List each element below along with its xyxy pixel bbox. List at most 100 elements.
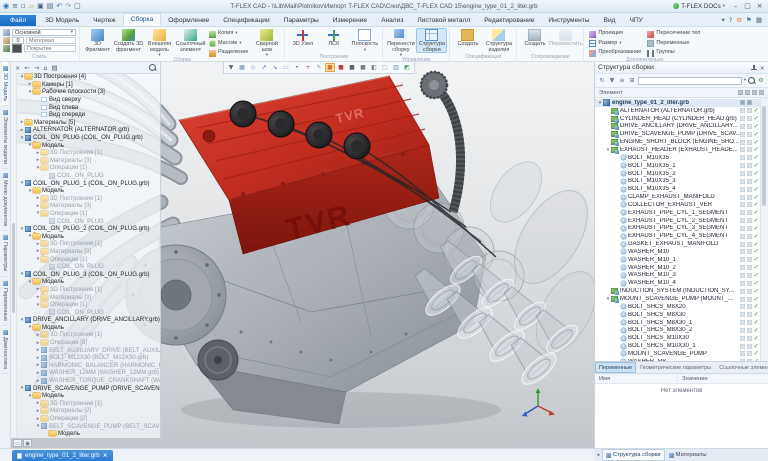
ribbon-button[interactable]: Сварной шов: [251, 28, 282, 57]
section-icon[interactable]: ◧: [369, 63, 379, 72]
close-tab-icon[interactable]: ×: [103, 452, 108, 459]
save-icon[interactable]: ▣: [37, 1, 44, 12]
assembly-row[interactable]: EXHAUST_PIPE_CYL_1_SEGMENT ✓: [595, 209, 761, 217]
assembly-row[interactable]: BOLT_SHCS_M8X30_1 ✓: [595, 319, 761, 327]
undo-icon[interactable]: ↶: [56, 1, 62, 12]
tree-item[interactable]: Операции [1]: [17, 301, 160, 309]
ribbon-button[interactable]: Создать 3D фрагмент: [113, 28, 144, 57]
tree-item[interactable]: Вид сверху: [17, 96, 160, 104]
tree-item[interactable]: Материалы [5]: [17, 119, 160, 127]
tree-item[interactable]: COIL_ON_PLUG_2 (COIL_ON_PLUG.grb): [17, 225, 160, 233]
material-field[interactable]: [26, 37, 76, 44]
tree-item[interactable]: Материалы [3]: [17, 248, 160, 256]
panel-bottom-tab[interactable]: Структура сборки: [602, 449, 665, 461]
settings-gear-icon[interactable]: ⚙: [736, 14, 742, 26]
assembly-row[interactable]: MOUNT_SCAVENGE_PUMP ✓: [595, 350, 761, 358]
ribbon-tab[interactable]: Редактирование: [477, 15, 541, 26]
print-icon[interactable]: ▤: [47, 1, 54, 12]
close-panel-icon[interactable]: ×: [15, 64, 20, 72]
assembly-row[interactable]: BOLT_M10X35_2 ✓: [595, 170, 761, 178]
property-tab[interactable]: Геометрические параметры: [636, 362, 715, 373]
assembly-row[interactable]: WASHER_M10 ✓: [595, 248, 761, 256]
ribbon-button[interactable]: Структура сборки: [416, 28, 447, 53]
ribbon-button-small[interactable]: Проекция: [588, 30, 642, 38]
assembly-row[interactable]: EXHAUST_PIPE_CYL_4_SEGMENT ✓: [595, 232, 761, 240]
assembly-row[interactable]: WASHER_M8 ✓: [595, 358, 761, 361]
tree-item[interactable]: 3D Построения [1]: [17, 240, 160, 248]
new-document-icon[interactable]: ▫: [21, 1, 26, 12]
ribbon-button[interactable]: Переместить: [550, 28, 581, 48]
ribbon-button[interactable]: Создать: [519, 28, 550, 48]
solid-select-icon[interactable]: ■: [325, 63, 335, 72]
assembly-row[interactable]: BOLT_M10X35 ✓: [595, 154, 761, 162]
ribbon-tab[interactable]: Чертеж: [86, 15, 123, 26]
assembly-row[interactable]: engine_type_01_2_liter.grb ✓: [595, 99, 761, 107]
assembly-scrollbar[interactable]: [760, 98, 768, 361]
app-icon[interactable]: ◉: [3, 1, 9, 12]
display-mode-icon[interactable]: ▦: [237, 63, 247, 72]
search-icon[interactable]: [748, 77, 755, 84]
ribbon-tab[interactable]: 3D Модель: [38, 15, 86, 26]
ribbon-button[interactable]: ЛСК: [318, 28, 349, 48]
ribbon-tab[interactable]: Анализ: [374, 15, 410, 26]
oil-filler-cap[interactable]: [203, 130, 215, 142]
assembly-row[interactable]: ALTERNATOR (ALTERNATOR.grb) ✓: [595, 107, 761, 115]
minimize-icon[interactable]: –: [730, 1, 741, 12]
page-mode-1-button[interactable]: ▭: [13, 439, 22, 447]
left-vertical-tab[interactable]: Меню документов: [2, 169, 8, 231]
tree-item[interactable]: Модель: [17, 430, 160, 438]
tree-item[interactable]: DRIVE_SCAVENGE_PUMP (DRIVE_SCAVENGE...: [17, 384, 160, 392]
tree-item[interactable]: COIL_ON_PLUG_1 (COIL_ON_PLUG.grb): [17, 179, 160, 187]
home-icon[interactable]: ⌂: [43, 64, 47, 72]
tree-item[interactable]: WASHER_TORQUE_CRANKSHAFT (WASHE...: [17, 377, 160, 385]
coating-field[interactable]: [24, 45, 76, 52]
tree-item[interactable]: 3D Построения [1]: [17, 149, 160, 157]
filter-icon[interactable]: ▼: [226, 63, 236, 72]
ribbon-button[interactable]: Плоскость: [349, 28, 380, 52]
ribbon-tab[interactable]: Оформление: [161, 15, 216, 26]
close-panel-icon[interactable]: ×: [760, 63, 765, 73]
assembly-row[interactable]: EXHAUST_PIPE_CYL_3_SEGMENT ✓: [595, 225, 761, 233]
solid-light-icon[interactable]: □: [380, 63, 390, 72]
ribbon-tab[interactable]: Листовой металл: [410, 15, 477, 26]
tree-item[interactable]: HARMONIC_BALANCER (HARMONIC_BAL...: [17, 362, 160, 370]
solid-dark-icon[interactable]: ■: [347, 63, 357, 72]
assembly-row[interactable]: ENGINE_SHORT_BLOCK (ENGINE_SHO... ✓: [595, 138, 761, 146]
tree-item[interactable]: COIL_ON_PLUG: [17, 263, 160, 271]
ribbon-tab[interactable]: Файл: [0, 15, 36, 26]
measure-icon[interactable]: ◇: [248, 63, 258, 72]
assembly-row[interactable]: WASHER_M10_1 ✓: [595, 256, 761, 264]
tree-item[interactable]: BELT_SCAVENGE_PUMP (BELT_SCAVENGE...: [17, 422, 160, 430]
tree-item[interactable]: Материалы [3]: [17, 157, 160, 165]
left-vertical-tab[interactable]: Параметры: [2, 231, 8, 276]
ribbon-button[interactable]: Структура изделия: [483, 28, 514, 53]
search-dropdown-icon[interactable]: ▾: [744, 78, 746, 83]
forward-icon[interactable]: →: [34, 64, 39, 72]
assembly-column-header[interactable]: Элемент: [595, 87, 768, 98]
tree-item[interactable]: Модель: [17, 392, 160, 400]
ribbon-button[interactable]: Перенести сборку: [385, 28, 416, 57]
tree-item[interactable]: Модель: [17, 232, 160, 240]
ribbon-tab[interactable]: Спецификации: [216, 15, 276, 26]
close-icon[interactable]: ×: [754, 1, 765, 12]
menu-icon[interactable]: ≡: [12, 1, 18, 12]
assembly-row[interactable]: WASHER_M10_3 ✓: [595, 272, 761, 280]
tree-item[interactable]: Операции [5]: [17, 339, 160, 347]
select-arrow-icon[interactable]: ↗: [259, 63, 269, 72]
tree-item[interactable]: COIL_ON_PLUG: [17, 217, 160, 225]
ribbon-button-small[interactable]: Копия: [208, 30, 249, 38]
filter-icon[interactable]: ▼: [608, 77, 616, 85]
left-vertical-tab[interactable]: Переменные: [2, 277, 8, 326]
documents-icon[interactable]: ▥: [391, 63, 401, 72]
tree-item[interactable]: Камеры [1]: [17, 81, 160, 89]
style-select[interactable]: Основной▾: [12, 29, 76, 36]
tree-item[interactable]: Рабочие плоскости [3]: [17, 88, 160, 96]
assembly-row[interactable]: BOLT_M10X35_4 ✓: [595, 185, 761, 193]
ribbon-button-small[interactable]: Разделение: [208, 49, 249, 57]
tree-item[interactable]: COIL_ON_PLUG: [17, 308, 160, 316]
redo-icon[interactable]: ↷: [65, 1, 71, 12]
tree-item[interactable]: ALTERNATOR (ALTERNATOR.grb): [17, 126, 160, 134]
assembly-row[interactable]: BOLT_SHCS_M8X30_2 ✓: [595, 326, 761, 334]
property-tab[interactable]: Ссылочные элементы: [715, 362, 768, 373]
ribbon-tab[interactable]: Измерение: [326, 15, 374, 26]
